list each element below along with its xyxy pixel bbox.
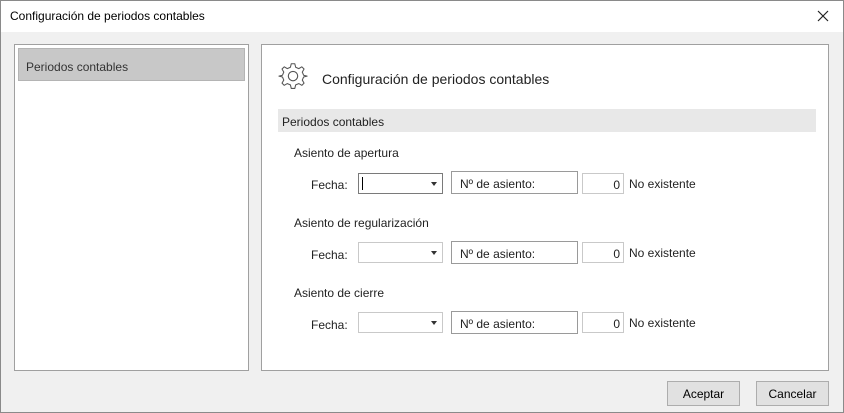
asiento-regularizacion-number[interactable]: 0	[582, 242, 624, 263]
window-title: Configuración de periodos contables	[10, 9, 205, 23]
group-title-regularizacion: Asiento de regularización	[294, 216, 429, 230]
asiento-cierre-status: No existente	[629, 316, 696, 330]
chevron-down-icon	[431, 251, 437, 255]
fecha-cierre-dropdown[interactable]	[358, 312, 443, 333]
fecha-label: Fecha:	[311, 178, 348, 192]
asiento-cierre-number[interactable]: 0	[582, 312, 624, 333]
content-panel: Configuración de periodos contables Peri…	[261, 44, 829, 371]
asiento-cierre-label: Nº de asiento:	[451, 311, 578, 334]
close-button[interactable]	[809, 4, 837, 28]
page-title: Configuración de periodos contables	[322, 71, 550, 87]
fecha-label: Fecha:	[311, 248, 348, 262]
sidebar-item-label: Periodos contables	[26, 60, 129, 74]
group-title-cierre: Asiento de cierre	[294, 286, 385, 300]
chevron-down-icon	[431, 321, 437, 325]
gear-icon	[278, 63, 308, 89]
section-header: Periodos contables	[278, 109, 816, 132]
section-title: Periodos contables	[282, 115, 385, 129]
asiento-regularizacion-label: Nº de asiento:	[451, 241, 578, 264]
asiento-apertura-number[interactable]: 0	[582, 173, 624, 194]
asiento-regularizacion-status: No existente	[629, 246, 696, 260]
chevron-down-icon	[431, 182, 437, 186]
title-bar: Configuración de periodos contables	[1, 1, 843, 32]
group-title-apertura: Asiento de apertura	[294, 146, 399, 160]
sidebar: Periodos contables	[14, 44, 249, 371]
close-icon	[817, 10, 829, 22]
sidebar-item-periodos-contables[interactable]: Periodos contables	[18, 48, 245, 81]
text-caret	[362, 177, 363, 190]
accept-button[interactable]: Aceptar	[667, 381, 740, 406]
fecha-label: Fecha:	[311, 318, 348, 332]
dialog-window: Configuración de periodos contables Peri…	[0, 0, 844, 413]
cancel-button[interactable]: Cancelar	[756, 381, 829, 406]
asiento-apertura-status: No existente	[629, 177, 696, 191]
fecha-apertura-dropdown[interactable]	[358, 173, 443, 194]
asiento-apertura-label: Nº de asiento:	[451, 171, 578, 194]
fecha-regularizacion-dropdown[interactable]	[358, 242, 443, 263]
